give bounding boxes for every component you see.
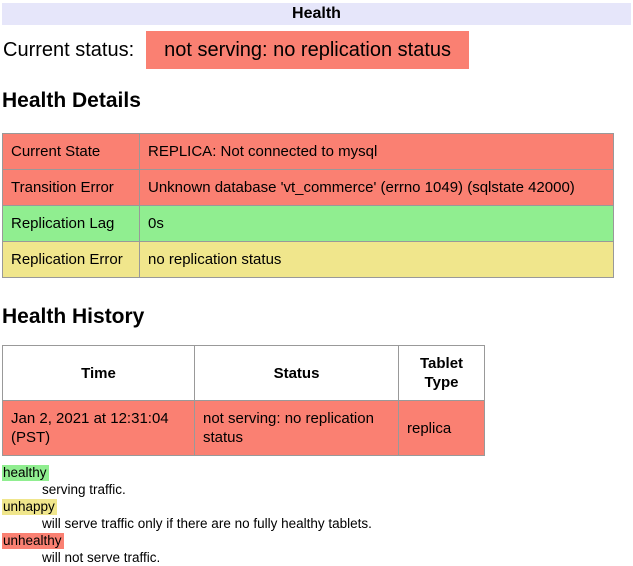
page-title: Health bbox=[2, 3, 631, 25]
current-status-label: Current status: bbox=[3, 38, 134, 62]
legend-description: will serve traffic only if there are no … bbox=[42, 515, 631, 532]
detail-value-cell: REPLICA: Not connected to mysql bbox=[140, 134, 614, 170]
legend-description: serving traffic. bbox=[42, 481, 631, 498]
legend-term-unhealthy-label: unhealthy bbox=[2, 533, 64, 549]
column-header-status: Status bbox=[195, 346, 399, 401]
column-header-tablet-type: Tablet Type bbox=[399, 346, 485, 401]
current-status-badge: not serving: no replication status bbox=[146, 31, 469, 69]
legend-term-healthy: healthy bbox=[2, 464, 631, 481]
legend: healthy serving traffic. unhappy will se… bbox=[2, 464, 631, 566]
table-row: Jan 2, 2021 at 12:31:04 (PST) not servin… bbox=[3, 401, 485, 456]
table-row: Transition Error Unknown database 'vt_co… bbox=[3, 170, 614, 206]
column-header-time: Time bbox=[3, 346, 195, 401]
detail-value-cell: 0s bbox=[140, 206, 614, 242]
detail-label-cell: Replication Lag bbox=[3, 206, 140, 242]
legend-term-unhealthy: unhealthy bbox=[2, 532, 631, 549]
detail-value-cell: no replication status bbox=[140, 242, 614, 278]
detail-label-cell: Transition Error bbox=[3, 170, 140, 206]
detail-label-cell: Replication Error bbox=[3, 242, 140, 278]
table-row: Current State REPLICA: Not connected to … bbox=[3, 134, 614, 170]
detail-label-cell: Current State bbox=[3, 134, 140, 170]
history-tablet-type-cell: replica bbox=[399, 401, 485, 456]
legend-term-unhappy: unhappy bbox=[2, 498, 631, 515]
table-row: Replication Lag 0s bbox=[3, 206, 614, 242]
detail-value-cell: Unknown database 'vt_commerce' (errno 10… bbox=[140, 170, 614, 206]
health-details-heading: Health Details bbox=[2, 88, 631, 113]
current-status-line: Current status: not serving: no replicat… bbox=[2, 31, 631, 69]
history-time-cell: Jan 2, 2021 at 12:31:04 (PST) bbox=[3, 401, 195, 456]
health-history-table: Time Status Tablet Type Jan 2, 2021 at 1… bbox=[2, 345, 485, 456]
history-status-cell: not serving: no replication status bbox=[195, 401, 399, 456]
legend-term-healthy-label: healthy bbox=[2, 465, 49, 481]
health-details-table: Current State REPLICA: Not connected to … bbox=[2, 133, 614, 278]
legend-description: will not serve traffic. bbox=[42, 549, 631, 566]
legend-term-unhappy-label: unhappy bbox=[2, 499, 57, 515]
health-history-heading: Health History bbox=[2, 304, 631, 329]
table-header-row: Time Status Tablet Type bbox=[3, 346, 485, 401]
table-row: Replication Error no replication status bbox=[3, 242, 614, 278]
